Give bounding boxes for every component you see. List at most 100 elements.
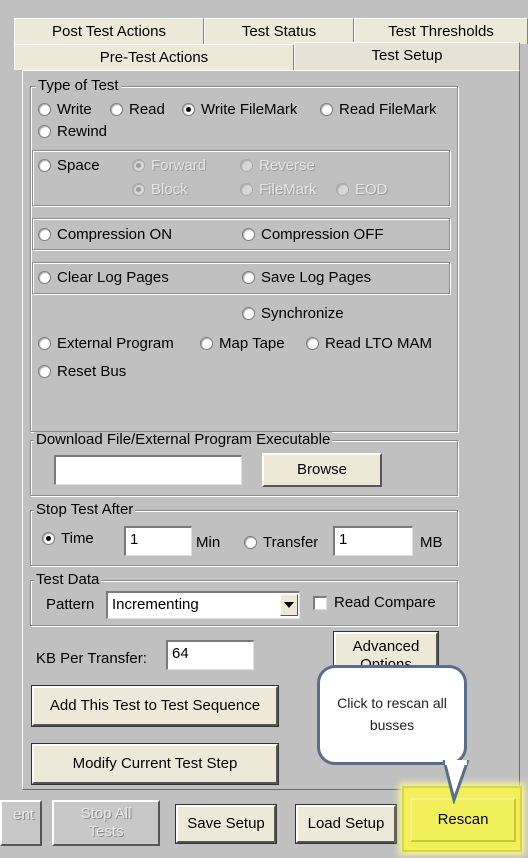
radio-external-program[interactable]: External Program xyxy=(38,335,174,352)
radio-icon xyxy=(242,271,255,284)
load-setup-button[interactable]: Load Setup xyxy=(295,804,397,844)
tab-test-status[interactable]: Test Status xyxy=(204,18,354,44)
transfer-unit-label: MB xyxy=(420,534,443,551)
radio-selected-icon xyxy=(182,103,195,116)
radio-time[interactable]: Time xyxy=(42,530,94,547)
radio-rewind[interactable]: Rewind xyxy=(38,123,107,140)
save-setup-button[interactable]: Save Setup xyxy=(175,804,277,844)
radio-icon xyxy=(38,159,51,172)
radio-icon xyxy=(38,337,51,350)
radio-forward[interactable]: Forward xyxy=(132,157,206,174)
button-label: ent xyxy=(13,806,34,823)
kb-per-transfer-label: KB Per Transfer: xyxy=(36,650,147,667)
callout-tail-icon xyxy=(442,760,470,804)
radio-synchronize[interactable]: Synchronize xyxy=(242,305,344,322)
radio-label: Synchronize xyxy=(261,305,344,322)
tab-label: Post Test Actions xyxy=(52,23,166,40)
radio-icon xyxy=(38,365,51,378)
radio-selected-icon xyxy=(132,159,145,172)
radio-compression-off[interactable]: Compression OFF xyxy=(242,226,384,243)
radio-clear-log-pages[interactable]: Clear Log Pages xyxy=(38,269,169,286)
time-input[interactable]: 1 xyxy=(124,526,192,556)
button-label: Modify Current Test Step xyxy=(72,755,238,772)
stop-all-tests-button[interactable]: Stop All Tests xyxy=(52,800,160,846)
radio-selected-icon xyxy=(132,183,145,196)
button-label: Stop All Tests xyxy=(80,805,132,840)
partial-left-button[interactable]: ent xyxy=(0,800,42,846)
callout-text: Click to rescan all busses xyxy=(337,695,447,733)
radio-label: Block xyxy=(151,181,188,198)
download-legend: Download File/External Program Executabl… xyxy=(34,431,333,448)
tab-label: Pre-Test Actions xyxy=(99,49,209,66)
radio-label: Reset Bus xyxy=(57,363,127,380)
transfer-input[interactable]: 1 xyxy=(333,526,413,556)
radio-label: Time xyxy=(61,530,94,547)
button-label: Load Setup xyxy=(307,815,385,832)
radio-label: Rewind xyxy=(57,123,108,140)
radio-icon xyxy=(306,337,319,350)
kb-per-transfer-input[interactable]: 64 xyxy=(166,640,254,670)
pattern-label: Pattern xyxy=(46,596,95,613)
radio-icon xyxy=(336,183,349,196)
radio-icon xyxy=(242,307,255,320)
radio-label: Compression OFF xyxy=(261,226,384,243)
radio-block[interactable]: Block xyxy=(132,181,188,198)
radio-label: Transfer xyxy=(263,534,319,551)
radio-read-lto-mam[interactable]: Read LTO MAM xyxy=(306,335,432,352)
chevron-down-icon[interactable] xyxy=(280,594,298,616)
radio-save-log-pages[interactable]: Save Log Pages xyxy=(242,269,371,286)
radio-icon xyxy=(200,337,213,350)
tab-test-thresholds[interactable]: Test Thresholds xyxy=(354,18,528,44)
radio-label: Reverse xyxy=(259,157,315,174)
rescan-button[interactable]: Rescan xyxy=(410,798,516,842)
time-unit-label: Min xyxy=(196,534,221,551)
radio-read[interactable]: Read xyxy=(110,101,165,118)
radio-icon xyxy=(110,103,123,116)
add-test-to-sequence-button[interactable]: Add This Test to Test Sequence xyxy=(31,685,279,727)
radio-compression-on[interactable]: Compression ON xyxy=(38,226,172,243)
radio-reset-bus[interactable]: Reset Bus xyxy=(38,363,126,380)
modify-current-test-step-button[interactable]: Modify Current Test Step xyxy=(31,743,279,785)
radio-icon xyxy=(320,103,333,116)
radio-read-filemark[interactable]: Read FileMark xyxy=(320,101,437,118)
radio-icon xyxy=(38,228,51,241)
radio-transfer[interactable]: Transfer xyxy=(244,534,318,551)
tab-label: Test Thresholds xyxy=(388,23,494,40)
executable-path-input[interactable] xyxy=(54,455,242,485)
radio-space[interactable]: Space xyxy=(38,157,100,174)
radio-label: Read LTO MAM xyxy=(325,335,432,352)
tab-test-setup[interactable]: Test Setup xyxy=(294,42,520,70)
radio-label: Save Log Pages xyxy=(261,269,372,286)
radio-label: Forward xyxy=(151,157,207,174)
browse-button[interactable]: Browse xyxy=(262,453,382,487)
radio-map-tape[interactable]: Map Tape xyxy=(200,335,285,352)
radio-icon xyxy=(38,125,51,138)
pattern-select[interactable]: Incrementing xyxy=(106,591,300,619)
type-of-test-legend: Type of Test xyxy=(36,77,121,94)
radio-eod[interactable]: EOD xyxy=(336,181,388,198)
rescan-tooltip-callout: Click to rescan all busses xyxy=(317,665,467,765)
radio-label: Space xyxy=(57,157,100,174)
radio-label: Write FileMark xyxy=(201,101,298,118)
radio-write[interactable]: Write xyxy=(38,101,92,118)
radio-icon xyxy=(38,103,51,116)
radio-icon xyxy=(240,183,253,196)
tab-label: Test Status xyxy=(241,23,317,40)
radio-icon xyxy=(244,536,257,549)
radio-write-filemark[interactable]: Write FileMark xyxy=(182,101,297,118)
test-data-legend: Test Data xyxy=(34,571,102,588)
tab-pre-test-actions[interactable]: Pre-Test Actions xyxy=(14,44,294,70)
radio-label: Clear Log Pages xyxy=(57,269,169,286)
tab-post-test-actions[interactable]: Post Test Actions xyxy=(14,18,204,44)
radio-label: Map Tape xyxy=(219,335,285,352)
radio-reverse[interactable]: Reverse xyxy=(240,157,315,174)
radio-icon xyxy=(240,159,253,172)
button-label: Save Setup xyxy=(187,815,265,832)
stop-test-after-legend: Stop Test After xyxy=(34,501,136,518)
pattern-value: Incrementing xyxy=(112,596,199,613)
radio-filemark[interactable]: FileMark xyxy=(240,181,317,198)
radio-label: FileMark xyxy=(259,181,317,198)
radio-label: Read xyxy=(129,101,165,118)
radio-label: Compression ON xyxy=(57,226,173,243)
read-compare-checkbox[interactable] xyxy=(313,596,327,610)
